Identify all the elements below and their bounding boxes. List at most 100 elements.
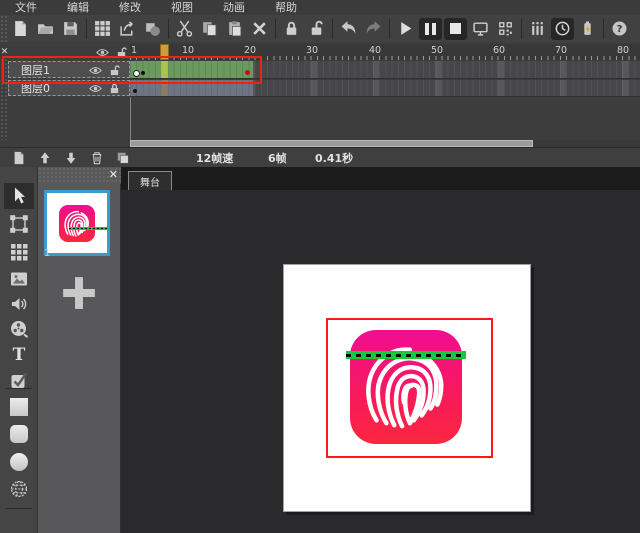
new-file-button[interactable] (8, 17, 33, 41)
layer-1-unlock-icon[interactable] (108, 65, 121, 76)
library-tiles-tool[interactable] (4, 239, 34, 265)
keyframe-end[interactable] (245, 70, 250, 75)
frame-ruler[interactable]: 1 10 20 30 40 50 60 70 80 (130, 44, 640, 60)
redo-icon (365, 20, 382, 37)
selection-tool[interactable] (4, 183, 34, 209)
scan-line-selection[interactable] (346, 351, 466, 359)
delete-button[interactable] (247, 17, 272, 41)
transform-tool[interactable] (4, 211, 34, 237)
shapes-button[interactable] (140, 17, 165, 41)
preview-monitor-button[interactable] (468, 17, 493, 41)
help-button[interactable]: ? (607, 17, 632, 41)
svg-text:?: ? (617, 24, 623, 35)
unlock-button[interactable] (304, 17, 329, 41)
new-layer-button[interactable] (6, 149, 32, 167)
movie-tool[interactable] (4, 316, 34, 342)
toolbar-grip[interactable] (0, 15, 8, 42)
add-symbol-button[interactable] (54, 268, 104, 318)
symbols-panel: 1 (38, 184, 121, 533)
ellipse-tool[interactable] (4, 449, 34, 475)
copy-icon (201, 20, 218, 37)
plus-icon (57, 271, 101, 315)
layer-row-0[interactable]: 图层0 (8, 80, 130, 96)
qr-code-icon (497, 20, 514, 37)
playhead[interactable] (160, 44, 169, 60)
menu-animation[interactable]: 动画 (208, 0, 260, 15)
image-icon (9, 269, 29, 289)
new-file-icon (12, 20, 29, 37)
symbols-panel-header[interactable]: ✕ (38, 167, 121, 184)
lock-button[interactable] (279, 17, 304, 41)
object-selection-rectangle[interactable] (326, 318, 493, 458)
text-tool[interactable]: T (4, 342, 34, 368)
image-tool[interactable] (4, 266, 34, 292)
audio-tool[interactable] (4, 291, 34, 317)
layer-1-visibility-icon[interactable] (89, 65, 102, 76)
move-layer-up-button[interactable] (32, 149, 58, 167)
film-reel-icon (9, 319, 29, 339)
timeline-hscrollbar-thumb[interactable] (130, 140, 533, 147)
timeline-divider[interactable] (130, 97, 131, 140)
rounded-rectangle-tool[interactable] (4, 421, 34, 447)
export-button[interactable] (115, 17, 140, 41)
tiles-button[interactable] (90, 17, 115, 41)
pause-button[interactable] (419, 18, 442, 40)
cut-button[interactable] (172, 17, 197, 41)
toolbar-separator (168, 19, 169, 39)
keyframe[interactable] (141, 71, 145, 75)
scanline-mini (69, 227, 109, 230)
ruler-number: 30 (306, 45, 318, 56)
playhead-line (161, 80, 168, 96)
stop-button[interactable] (444, 18, 467, 40)
timeline-grip[interactable] (0, 58, 8, 140)
visibility-column-icon[interactable] (96, 47, 109, 58)
layer-1-tween-span[interactable] (130, 61, 253, 78)
symbols-panel-close-button[interactable]: ✕ (109, 169, 118, 181)
symbol-thumbnail-selected[interactable]: 1 (44, 190, 110, 256)
lock-column-icon[interactable] (115, 47, 128, 58)
properties-button[interactable] (525, 17, 550, 41)
paste-button[interactable] (222, 17, 247, 41)
time-button[interactable] (551, 18, 574, 40)
layer-1-frames[interactable] (130, 61, 640, 79)
qr-code-button[interactable] (493, 17, 518, 41)
copy-button[interactable] (197, 17, 222, 41)
duplicate-layer-button[interactable] (110, 149, 136, 167)
globe-icon (9, 479, 29, 499)
tab-stage[interactable]: 舞台 (128, 171, 172, 190)
play-button[interactable] (393, 17, 418, 41)
layer-0-lock-icon[interactable] (108, 83, 121, 94)
transform-frame-icon (9, 214, 29, 234)
timeline-hscrollbar[interactable] (130, 140, 640, 147)
layer-0-visibility-icon[interactable] (89, 83, 102, 94)
delete-x-icon (251, 20, 268, 37)
timeline-panel: ✕ 1 10 20 30 40 50 60 70 80 图层1 (0, 42, 640, 168)
open-file-button[interactable] (33, 17, 58, 41)
save-button[interactable] (58, 17, 83, 41)
current-frame-value: 6帧 (268, 150, 287, 166)
delete-layer-button[interactable] (84, 149, 110, 167)
web-tool[interactable] (4, 476, 34, 502)
tools-separator (5, 388, 32, 389)
layer-0-span[interactable] (130, 80, 253, 96)
menu-edit[interactable]: 编辑 (52, 0, 104, 15)
layer-row-1[interactable]: 图层1 (8, 61, 130, 78)
battery-button[interactable] (575, 17, 600, 41)
ruler-ticks (130, 56, 640, 60)
rectangle-shape-tool[interactable] (4, 394, 34, 420)
menu-file[interactable]: 文件 (0, 0, 52, 15)
keyframe[interactable] (133, 89, 137, 93)
menu-modify[interactable]: 修改 (104, 0, 156, 15)
menu-help[interactable]: 帮助 (260, 0, 312, 15)
toolbar-separator (389, 19, 390, 39)
checkbox-tool[interactable] (4, 367, 34, 393)
menu-view[interactable]: 视图 (156, 0, 208, 15)
move-layer-down-button[interactable] (58, 149, 84, 167)
cursor-arrow-icon (9, 186, 29, 206)
redo-button[interactable] (361, 17, 386, 41)
play-icon (397, 20, 414, 37)
undo-button[interactable] (336, 17, 361, 41)
layer-0-name: 图层0 (21, 80, 50, 96)
keyframe-hollow[interactable] (133, 70, 140, 77)
layer-0-frames[interactable] (130, 80, 640, 97)
